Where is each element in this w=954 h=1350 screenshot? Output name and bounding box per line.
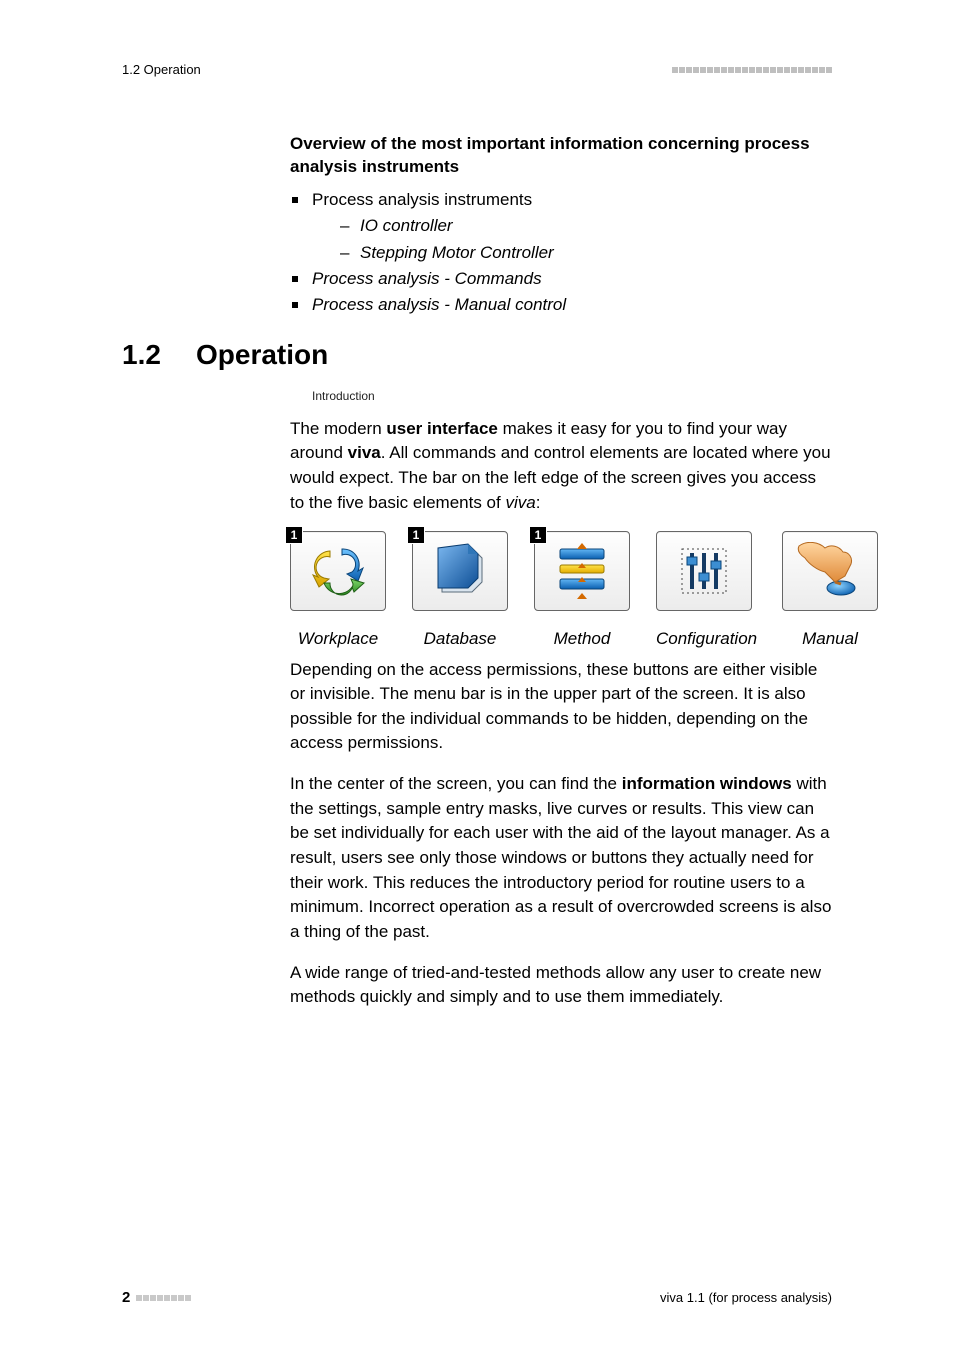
workplace-icon: 1 [290, 531, 386, 611]
method-icon: 1 [534, 531, 630, 611]
sub-list-item: IO controller [340, 213, 832, 239]
text-run: with the settings, sample entry masks, l… [290, 774, 831, 941]
icon-label: Manual [782, 629, 878, 649]
page-header: 1.2 Operation [122, 62, 832, 77]
footer-product-label: viva 1.1 (for process analysis) [660, 1290, 832, 1305]
icon-label: Method [534, 629, 630, 649]
icon-label: Workplace [290, 629, 386, 649]
header-section-label: 1.2 Operation [122, 62, 201, 77]
paragraph-3: In the center of the screen, you can fin… [290, 772, 832, 944]
text-run: : [536, 493, 541, 512]
list-item-text: Process analysis - Manual control [312, 295, 566, 314]
paragraph-4: A wide range of tried-and-tested methods… [290, 961, 832, 1010]
paragraph-2: Depending on the access permissions, the… [290, 658, 832, 757]
list-item: Process analysis - Manual control [290, 292, 832, 318]
icon-column: Configuration [656, 531, 756, 649]
configuration-icon [656, 531, 752, 611]
icon-badge: 1 [285, 526, 303, 544]
paragraph-1: The modern user interface makes it easy … [290, 417, 832, 516]
text-run: The modern [290, 419, 386, 438]
text-bold: viva [348, 443, 381, 462]
section-number: 1.2 [122, 339, 196, 371]
overview-list: Process analysis instruments IO controlle… [290, 187, 832, 319]
list-item-text: Process analysis instruments [312, 190, 532, 209]
icon-badge: 1 [529, 526, 547, 544]
text-bold: user interface [386, 419, 498, 438]
list-item-text: Process analysis - Commands [312, 269, 542, 288]
text-bold: information windows [622, 774, 792, 793]
icon-column: 1 Database [412, 531, 508, 649]
icon-column: 1 Workplace [290, 531, 386, 649]
icon-label: Configuration [656, 629, 756, 649]
page-footer: 2 viva 1.1 (for process analysis) [122, 1289, 832, 1306]
icon-label: Database [412, 629, 508, 649]
sub-list-item: Stepping Motor Controller [340, 240, 832, 266]
icons-row: 1Workplace1Database1MethodConfigurationM… [290, 531, 832, 649]
database-icon: 1 [412, 531, 508, 611]
list-item: Process analysis instruments IO controlle… [290, 187, 832, 266]
icon-badge: 1 [407, 526, 425, 544]
text-run: In the center of the screen, you can fin… [290, 774, 622, 793]
section-title: Operation [196, 339, 328, 371]
introduction-label: Introduction [312, 389, 832, 403]
icon-column: Manual [782, 531, 878, 649]
text-italic: viva [505, 493, 535, 512]
page-number: 2 [122, 1289, 130, 1306]
icon-column: 1 Method [534, 531, 630, 649]
list-item: Process analysis - Commands [290, 266, 832, 292]
section-heading-row: 1.2 Operation [122, 339, 832, 371]
header-dashes [672, 67, 832, 73]
sub-list: IO controllerStepping Motor Controller [312, 213, 832, 266]
manual-icon [782, 531, 878, 611]
overview-heading: Overview of the most important informati… [290, 133, 832, 179]
footer-dashes [136, 1295, 191, 1301]
